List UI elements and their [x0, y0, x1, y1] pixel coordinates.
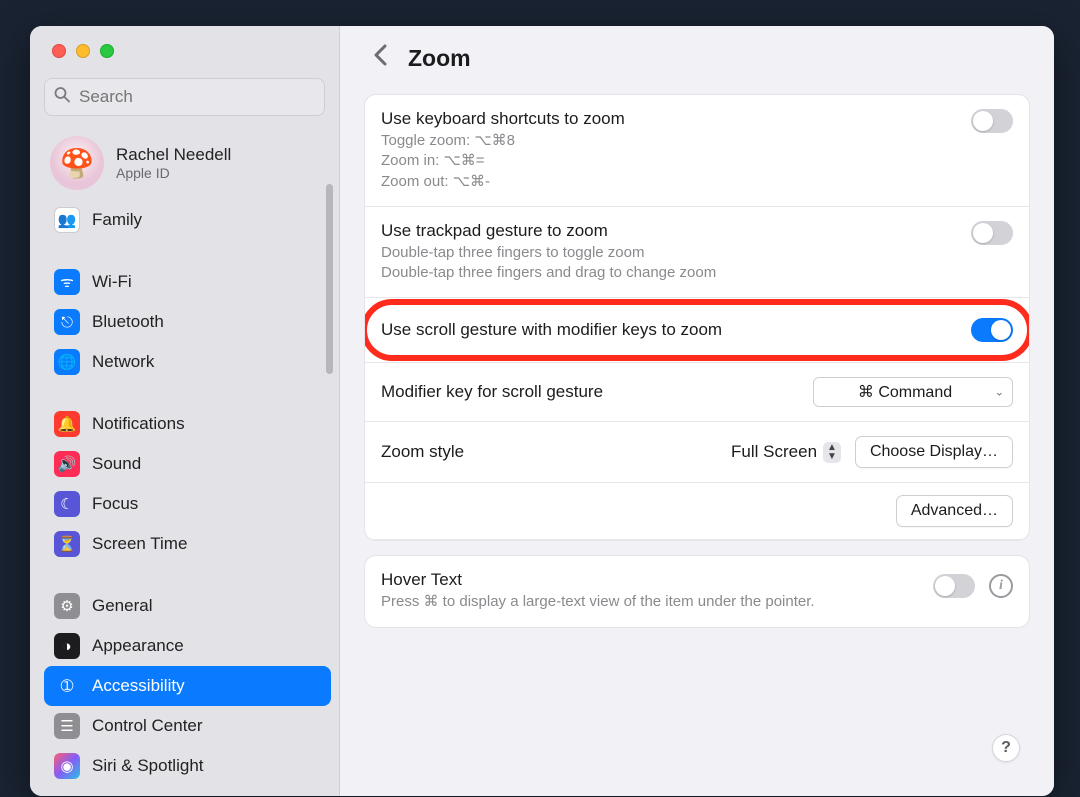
wi-fi-icon: ᯤ	[54, 269, 80, 295]
sidebar-item-network[interactable]: 🌐 Network	[44, 342, 331, 382]
select-value: ⌘ Command	[858, 384, 952, 401]
keyboard-zoom-toggle[interactable]	[971, 109, 1013, 133]
sidebar-item-appearance[interactable]: ◑ Appearance	[44, 626, 331, 666]
row-modifier-key: Modifier key for scroll gesture ⌘ Comman…	[365, 363, 1029, 422]
zoom-panel: Use keyboard shortcuts to zoom Toggle zo…	[364, 94, 1030, 541]
focus-icon: ☾	[54, 491, 80, 517]
appearance-icon: ◑	[54, 633, 80, 659]
account-name: Rachel Needell	[116, 145, 231, 165]
account-row[interactable]: 🍄 Rachel Needell Apple ID	[44, 128, 331, 200]
sidebar-item-label: Appearance	[92, 636, 184, 656]
shortcut-line: Zoom in: ⌥⌘=	[381, 151, 1013, 171]
row-title: Zoom style	[381, 442, 464, 462]
row-hover-text: Hover Text Press ⌘ to display a large-te…	[365, 556, 1029, 626]
row-title: Use trackpad gesture to zoom	[381, 221, 1013, 241]
shortcut-line: Double-tap three fingers and drag to cha…	[381, 263, 1013, 283]
row-sub: Press ⌘ to display a large-text view of …	[381, 592, 1013, 612]
sidebar-item-label: Notifications	[92, 414, 185, 434]
sidebar-item-label: Control Center	[92, 716, 203, 736]
notifications-icon: 🔔	[54, 411, 80, 437]
sidebar-item-label: Wi-Fi	[92, 272, 132, 292]
sidebar-item-label: Bluetooth	[92, 312, 164, 332]
row-title: Modifier key for scroll gesture	[381, 382, 603, 402]
row-title: Use keyboard shortcuts to zoom	[381, 109, 1013, 129]
stepper-icon: ▲▼	[823, 442, 841, 463]
row-keyboard-zoom: Use keyboard shortcuts to zoom Toggle zo…	[365, 95, 1029, 207]
sidebar-item-label: General	[92, 596, 152, 616]
modifier-key-select[interactable]: ⌘ Command ⌄	[813, 377, 1013, 407]
settings-window: 🍄 Rachel Needell Apple ID 👥 Family ᯤ Wi-Fi ⎋…	[30, 26, 1054, 796]
back-button[interactable]	[368, 44, 392, 72]
sidebar-item-label: Family	[92, 210, 142, 230]
sidebar-item-bluetooth[interactable]: ⎋ Bluetooth	[44, 302, 331, 342]
sidebar-item-label: Screen Time	[92, 534, 187, 554]
row-title: Use scroll gesture with modifier keys to…	[381, 320, 1013, 340]
scrollbar-thumb[interactable]	[326, 184, 333, 374]
hover-text-toggle[interactable]	[933, 574, 975, 598]
content-pane: Zoom Use keyboard shortcuts to zoom Togg…	[340, 26, 1054, 796]
chevron-down-icon: ⌄	[995, 386, 1004, 399]
choose-display-button[interactable]: Choose Display…	[855, 436, 1013, 468]
sidebar-scrollbar[interactable]	[326, 166, 336, 766]
hover-text-panel: Hover Text Press ⌘ to display a large-te…	[364, 555, 1030, 627]
sidebar-nav: 🍄 Rachel Needell Apple ID 👥 Family ᯤ Wi-Fi ⎋…	[30, 128, 339, 796]
window-controls	[30, 26, 339, 72]
advanced-button[interactable]: Advanced…	[896, 495, 1013, 527]
help-button[interactable]: ?	[992, 734, 1020, 762]
sidebar-item-general[interactable]: ⚙ General	[44, 586, 331, 626]
sidebar-item-label: Sound	[92, 454, 141, 474]
zoom-style-select[interactable]: Full Screen ▲▼	[731, 442, 841, 463]
screen-time-icon: ⏳	[54, 531, 80, 557]
accessibility-icon: ➀	[54, 673, 80, 699]
row-sub: Double-tap three fingers to toggle zoom …	[381, 243, 1013, 284]
sidebar-item-label: Focus	[92, 494, 138, 514]
sidebar-item-control-center[interactable]: ☰ Control Center	[44, 706, 331, 746]
sidebar-item-label: Network	[92, 352, 154, 372]
row-trackpad-zoom: Use trackpad gesture to zoom Double-tap …	[365, 207, 1029, 299]
sidebar-item-siri-spotlight[interactable]: ◉ Siri & Spotlight	[44, 746, 331, 786]
sidebar: 🍄 Rachel Needell Apple ID 👥 Family ᯤ Wi-Fi ⎋…	[30, 26, 340, 796]
row-advanced: Advanced…	[365, 483, 1029, 540]
control-center-icon: ☰	[54, 713, 80, 739]
sound-icon: 🔊	[54, 451, 80, 477]
shortcut-line: Zoom out: ⌥⌘-	[381, 172, 1013, 192]
sidebar-item-wi-fi[interactable]: ᯤ Wi-Fi	[44, 262, 331, 302]
family-icon: 👥	[54, 207, 80, 233]
avatar: 🍄	[50, 136, 104, 190]
account-sub: Apple ID	[116, 165, 231, 181]
content-header: Zoom	[340, 26, 1054, 78]
general-icon: ⚙	[54, 593, 80, 619]
search-field[interactable]	[44, 78, 325, 116]
network-icon: 🌐	[54, 349, 80, 375]
sidebar-item-screen-time[interactable]: ⏳ Screen Time	[44, 524, 331, 564]
row-scroll-zoom: Use scroll gesture with modifier keys to…	[365, 298, 1029, 363]
search-input[interactable]	[44, 78, 325, 116]
row-sub: Toggle zoom: ⌥⌘8 Zoom in: ⌥⌘= Zoom out: …	[381, 131, 1013, 192]
shortcut-line: Toggle zoom: ⌥⌘8	[381, 131, 1013, 151]
info-icon[interactable]: i	[989, 574, 1013, 598]
sidebar-item-label: Siri & Spotlight	[92, 756, 204, 776]
scroll-zoom-toggle[interactable]	[971, 318, 1013, 342]
sidebar-item-label: Accessibility	[92, 676, 185, 696]
siri-spotlight-icon: ◉	[54, 753, 80, 779]
row-title: Hover Text	[381, 570, 1013, 590]
sidebar-item-focus[interactable]: ☾ Focus	[44, 484, 331, 524]
close-button[interactable]	[52, 44, 66, 58]
page-title: Zoom	[408, 45, 471, 72]
row-zoom-style: Zoom style Full Screen ▲▼ Choose Display…	[365, 422, 1029, 483]
sidebar-item-notifications[interactable]: 🔔 Notifications	[44, 404, 331, 444]
sidebar-item-accessibility[interactable]: ➀ Accessibility	[44, 666, 331, 706]
shortcut-line: Double-tap three fingers to toggle zoom	[381, 243, 1013, 263]
sidebar-item-family[interactable]: 👥 Family	[44, 200, 331, 240]
select-value: Full Screen	[731, 442, 817, 462]
minimize-button[interactable]	[76, 44, 90, 58]
search-icon	[54, 87, 70, 108]
sidebar-item-sound[interactable]: 🔊 Sound	[44, 444, 331, 484]
fullscreen-button[interactable]	[100, 44, 114, 58]
bluetooth-icon: ⎋	[54, 309, 80, 335]
trackpad-zoom-toggle[interactable]	[971, 221, 1013, 245]
